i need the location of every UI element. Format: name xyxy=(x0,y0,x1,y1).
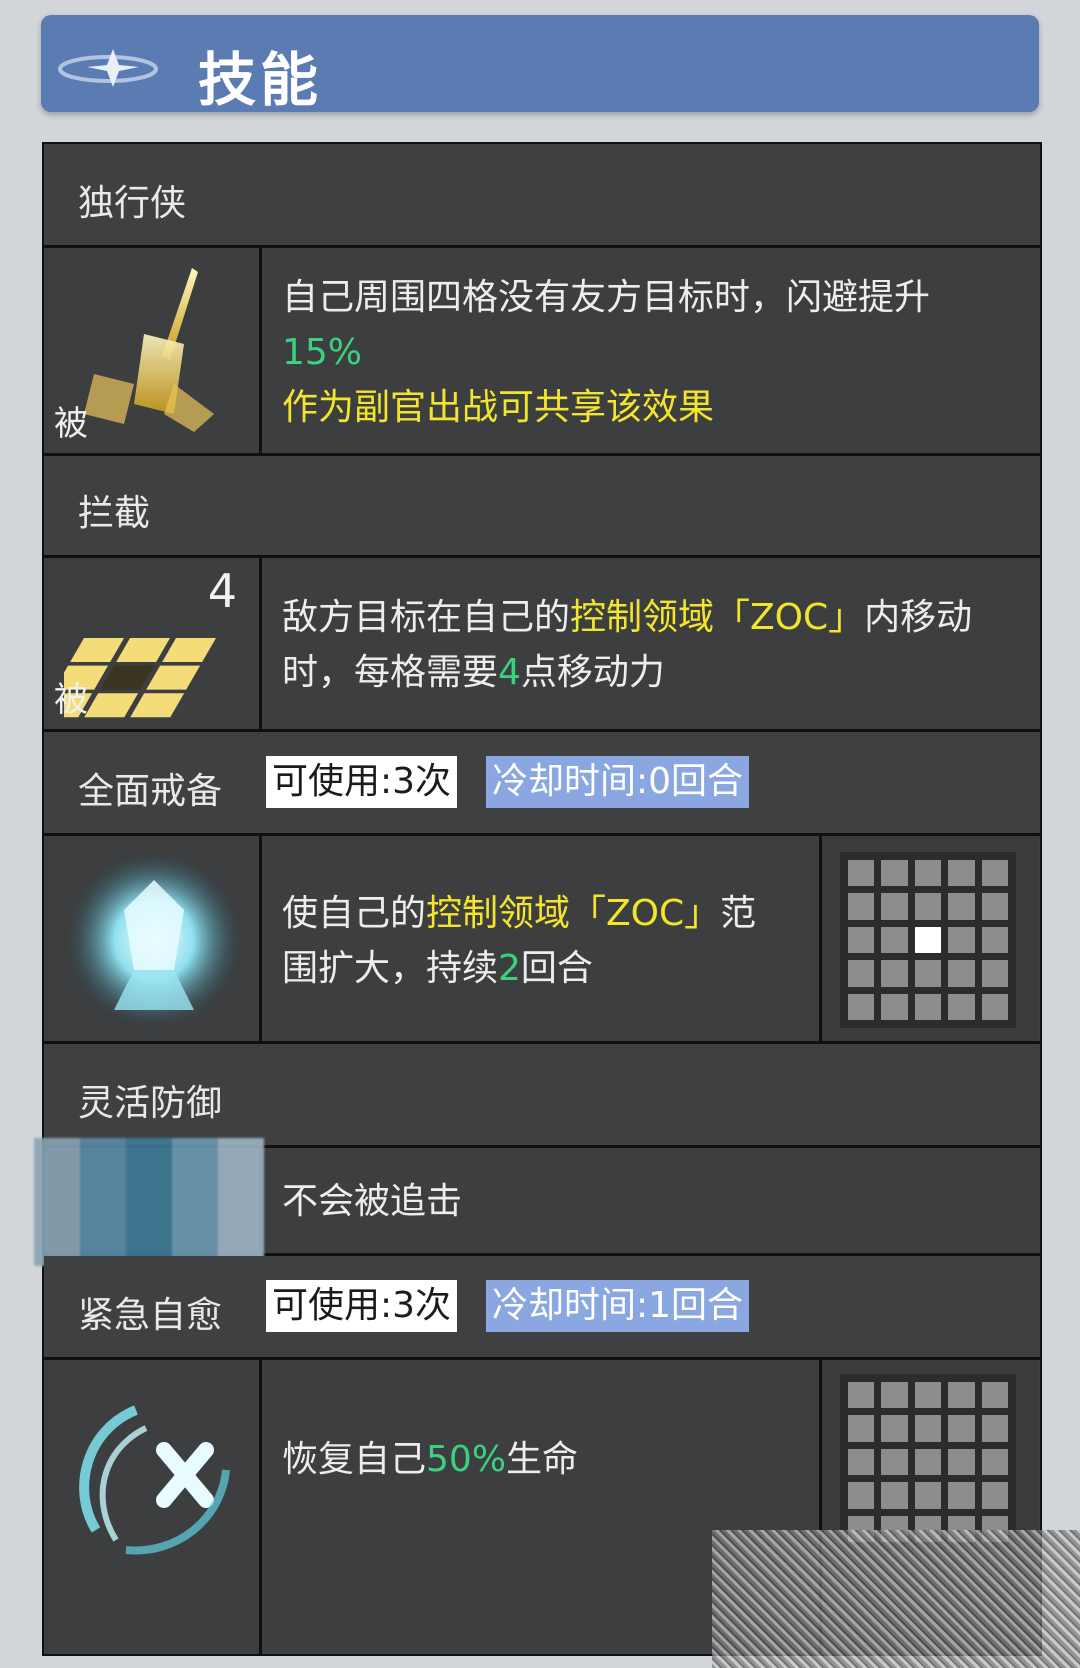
skill-icon-cell xyxy=(44,836,262,1041)
skills-table: 独行侠 被 自己周围四格没有友方目标时，闪避提升 15% 作为副官出战可共享该效… xyxy=(34,142,1042,1656)
skill-detail-row: 不会被追击 xyxy=(34,1138,1040,1266)
skill-icon-cell: 被 xyxy=(44,248,262,453)
desc-line: 自己周围四格没有友方目标时，闪避提升 xyxy=(282,277,931,318)
skill-description: 恢复自己50%生命 xyxy=(282,1432,578,1487)
skill-icon-cell xyxy=(34,1138,264,1266)
zoc-keyword: 控制领域「ZOC」 xyxy=(426,893,721,934)
skill-detail-row: 被 自己周围四格没有友方目标时，闪避提升 15% 作为副官出战可共享该效果 xyxy=(44,248,1040,456)
desc-text: 回合 xyxy=(520,948,593,989)
skill-detail-row: 4 被 敌方目标在自己的控制领域「ZOC」内移动 时，每格需要4点移动力 xyxy=(44,558,1040,732)
skill-name-row: 全面戒备 可使用:3次 冷却时间:0回合 xyxy=(44,732,1040,836)
uses-badge: 可使用:3次 xyxy=(266,756,458,808)
skill-name-row: 紧急自愈 可使用:3次 冷却时间:1回合 xyxy=(44,1256,1040,1360)
cooldown-badge: 冷却时间:0回合 xyxy=(486,756,750,808)
cooldown-badge: 冷却时间:1回合 xyxy=(486,1280,750,1332)
desc-value: 2 xyxy=(498,948,521,989)
desc-line: 作为副官出战可共享该效果 xyxy=(282,387,715,428)
desc-text: 时，每格需要 xyxy=(282,652,499,693)
zoc-keyword: 控制领域「ZOC」 xyxy=(570,597,865,638)
desc-line: 时，每格需要4点移动力 xyxy=(282,645,972,700)
skill-name: 全面戒备 xyxy=(78,771,223,812)
desc-text: 内移动 xyxy=(864,597,973,638)
desc-text: 使自己的 xyxy=(282,893,427,934)
desc-value: 50% xyxy=(426,1439,507,1480)
skill-icon-cell xyxy=(44,1360,262,1654)
desc-line: 敌方目标在自己的控制领域「ZOC」内移动 xyxy=(282,590,972,645)
desc-line: 使自己的控制领域「ZOC」范 xyxy=(282,886,756,941)
golden-sword-icon xyxy=(84,268,214,432)
range-grid-cell xyxy=(819,836,1038,1041)
range-grid xyxy=(840,852,1016,1028)
pixelated-icon xyxy=(34,1138,264,1266)
page-title: 技能 xyxy=(198,46,323,114)
skill-description: 敌方目标在自己的控制领域「ZOC」内移动 时，每格需要4点移动力 xyxy=(282,590,972,700)
desc-text: 敌方目标在自己的 xyxy=(282,597,571,638)
desc-text: 点移动力 xyxy=(520,652,665,693)
skill-icon-cell: 4 被 xyxy=(44,558,262,729)
skill-name-row: 灵活防御 xyxy=(44,1044,1040,1148)
skill-name: 独行侠 xyxy=(78,183,187,224)
self-tile xyxy=(914,926,942,954)
desc-value: 15% xyxy=(282,332,363,373)
skill-name: 灵活防御 xyxy=(78,1083,223,1124)
passive-label: 被 xyxy=(54,404,88,444)
desc-value: 4 xyxy=(498,652,521,693)
range-grid xyxy=(840,1374,1016,1550)
skill-description: 自己周围四格没有友方目标时，闪避提升 15% 作为副官出战可共享该效果 xyxy=(282,270,930,435)
desc-text: 围扩大，持续 xyxy=(282,948,499,989)
skill-detail-row: 使自己的控制领域「ZOC」范 围扩大，持续2回合 xyxy=(44,836,1040,1044)
defense-burst-icon xyxy=(66,852,242,1028)
section-header: 技能 xyxy=(41,15,1039,114)
desc-text: 生命 xyxy=(506,1439,579,1480)
uses-badge: 可使用:3次 xyxy=(266,1280,458,1332)
desc-line: 围扩大，持续2回合 xyxy=(282,941,756,996)
skill-description: 使自己的控制领域「ZOC」范 围扩大，持续2回合 xyxy=(282,886,756,996)
watermark-noise xyxy=(712,1530,1080,1668)
passive-label: 被 xyxy=(54,680,88,720)
skill-emblem-icon xyxy=(58,49,158,87)
skill-name-row: 独行侠 xyxy=(44,144,1040,248)
skill-name-row: 拦截 xyxy=(44,456,1040,558)
skill-name: 紧急自愈 xyxy=(78,1295,223,1336)
skill-description: 不会被追击 xyxy=(282,1181,463,1222)
desc-text: 范 xyxy=(720,893,757,934)
skill-name: 拦截 xyxy=(78,493,151,534)
desc-text: 恢复自己 xyxy=(282,1439,427,1480)
icon-number: 4 xyxy=(207,564,237,618)
heal-swirl-icon xyxy=(79,1405,230,1555)
